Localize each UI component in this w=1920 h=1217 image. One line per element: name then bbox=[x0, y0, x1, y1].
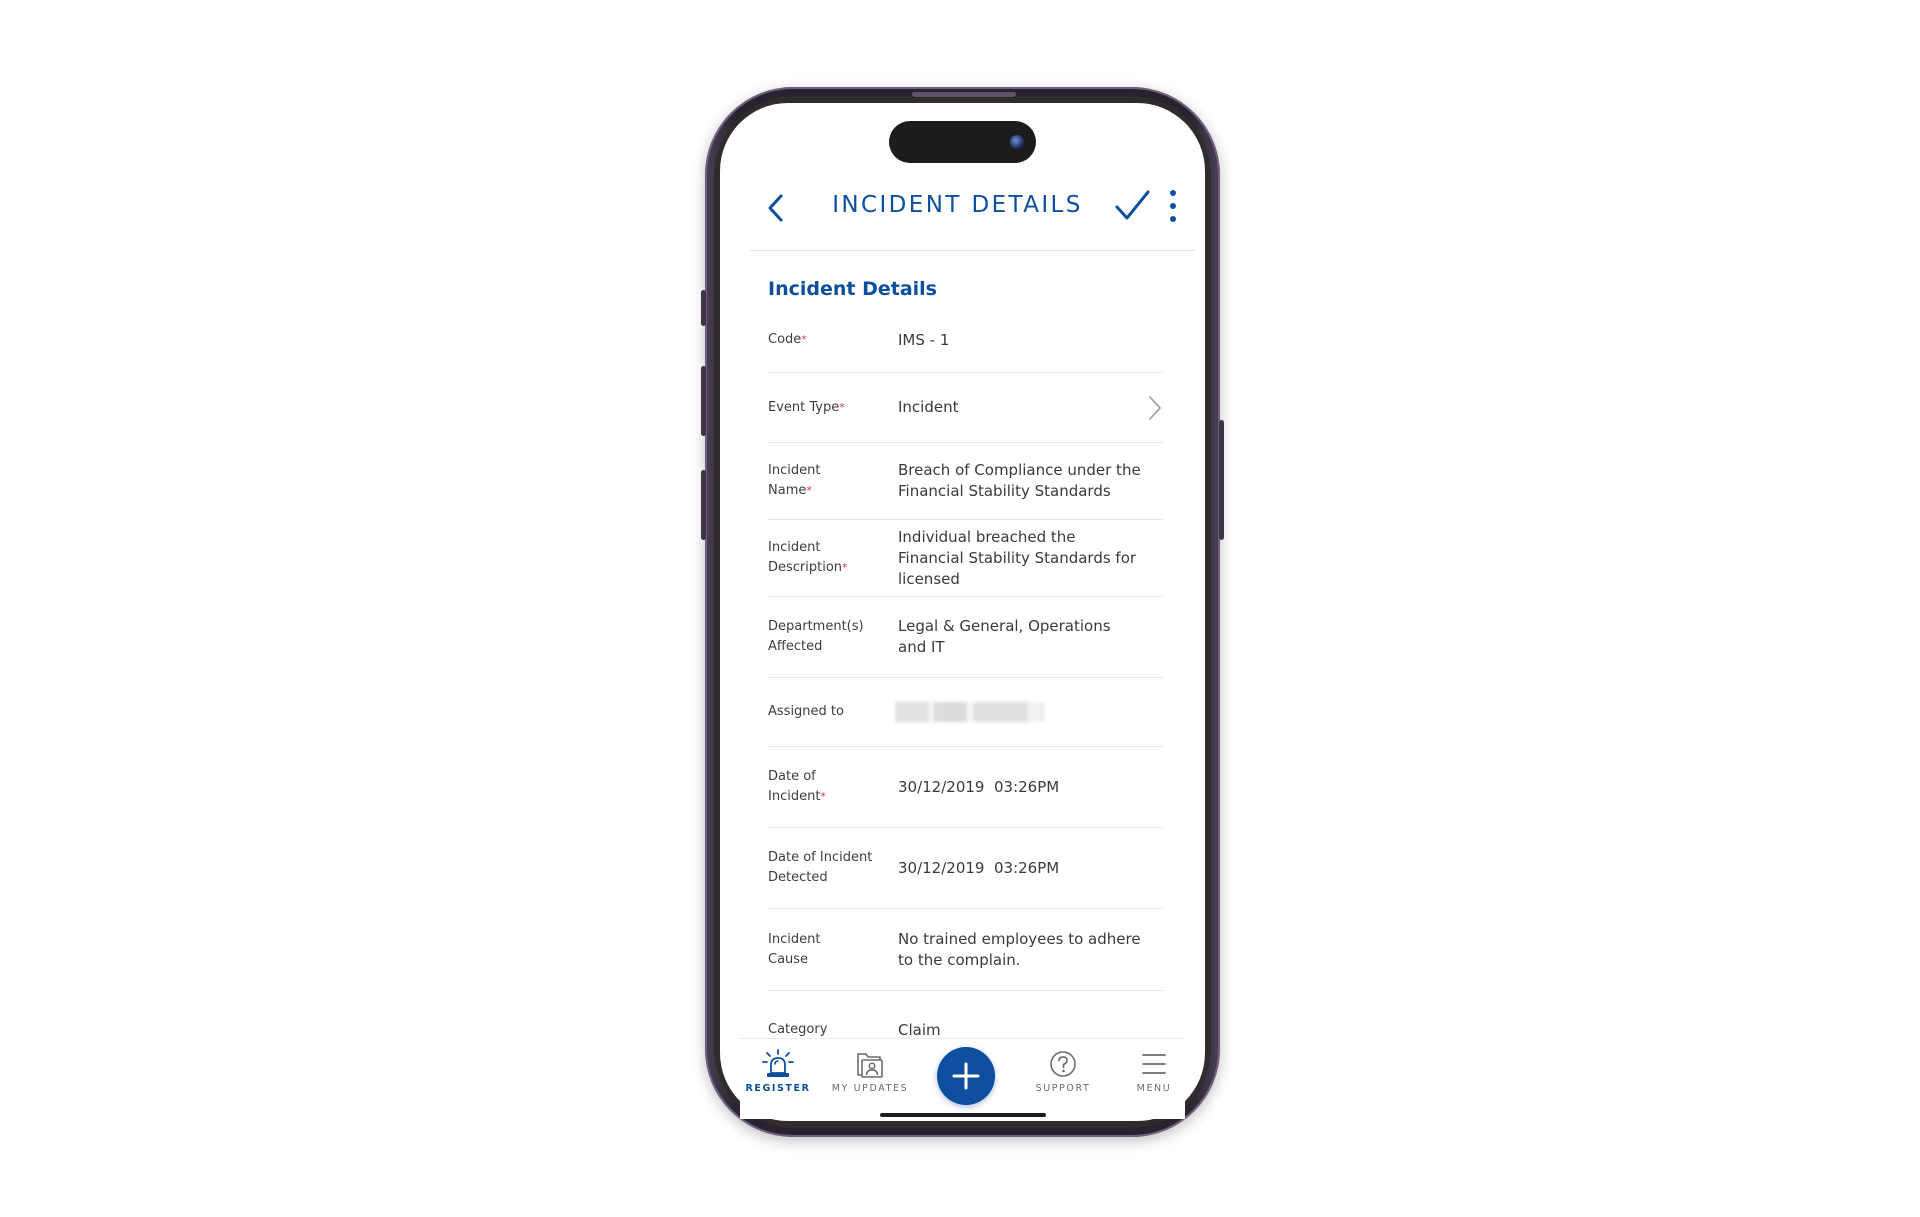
field-label-incident-cause: Incident Cause bbox=[768, 931, 821, 967]
field-value-assigned-to bbox=[895, 702, 1163, 723]
field-label-category: Category bbox=[768, 1022, 828, 1036]
field-label-incident-name: Incident Name* bbox=[768, 463, 821, 498]
nav-support[interactable]: SUPPORT bbox=[1021, 1049, 1105, 1094]
field-row-incident-cause: Incident Cause No trained employees to ad… bbox=[768, 909, 1163, 991]
field-value-departments-affected: Legal & General, Operations and IT bbox=[898, 617, 1111, 656]
field-row-departments-affected: Department(s) Affected Legal & General, O… bbox=[768, 597, 1163, 678]
required-marker: * bbox=[820, 790, 826, 803]
required-marker: * bbox=[801, 333, 807, 346]
more-vertical-icon bbox=[1170, 190, 1176, 222]
nav-my-updates-label: MY UPDATES bbox=[831, 1083, 909, 1094]
plus-icon bbox=[952, 1062, 980, 1090]
field-value-code: IMS - 1 bbox=[898, 330, 950, 349]
phone-volume-down-button bbox=[701, 470, 706, 540]
field-label-event-type: Event Type* bbox=[768, 399, 845, 415]
field-label-date-of-incident: Date of Incident* bbox=[768, 769, 826, 804]
nav-my-updates[interactable]: MY UPDATES bbox=[828, 1049, 912, 1094]
chevron-right-icon[interactable] bbox=[1147, 395, 1163, 421]
phone-volume-up-button bbox=[701, 366, 706, 436]
page-title: INCIDENT DETAILS bbox=[832, 192, 1083, 218]
field-value-date-detected: 30/12/2019 03:26PM bbox=[898, 858, 1060, 877]
required-marker: * bbox=[839, 400, 845, 414]
redacted-name bbox=[895, 702, 1045, 722]
field-label-departments-affected: Department(s) Affected bbox=[768, 619, 864, 654]
field-value-category: Claim bbox=[898, 1020, 941, 1037]
field-value-incident-description: Individual breached the Financial Stabil… bbox=[898, 527, 1137, 588]
bottom-navigation: REGISTER MY UPDATES SUPPORT MENU bbox=[740, 1038, 1185, 1119]
field-label-code: Code* bbox=[768, 332, 807, 347]
nav-register[interactable]: REGISTER bbox=[736, 1049, 820, 1094]
phone-action-button bbox=[701, 290, 706, 326]
section-title: Incident Details bbox=[768, 278, 937, 300]
phone-power-button bbox=[1219, 420, 1224, 540]
nav-support-label: SUPPORT bbox=[1035, 1083, 1091, 1094]
field-row-event-type[interactable]: Event Type* Incident bbox=[768, 373, 1163, 443]
field-value-event-type: Incident bbox=[898, 398, 959, 416]
field-value-incident-name: Breach of Compliance under the Financial… bbox=[898, 461, 1141, 500]
dynamic-island bbox=[889, 121, 1036, 163]
field-label-date-detected: Date of Incident Detected bbox=[768, 850, 873, 885]
incident-form: Incident Details Code* IMS - 1 Event Typ… bbox=[768, 250, 1163, 1036]
question-circle-icon bbox=[1050, 1051, 1076, 1077]
phone-top-speaker bbox=[912, 92, 1016, 97]
field-value-date-of-incident: 30/12/2019 03:26PM bbox=[898, 777, 1060, 796]
nav-menu-label: MENU bbox=[1136, 1083, 1172, 1094]
nav-register-label: REGISTER bbox=[745, 1083, 811, 1094]
field-row-date-detected: Date of Incident Detected 30/12/2019 03:2… bbox=[768, 828, 1163, 909]
save-button[interactable] bbox=[1112, 186, 1152, 226]
alarm-bell-icon bbox=[762, 1049, 794, 1077]
field-row-category: Category Claim bbox=[768, 991, 1163, 1037]
chevron-left-icon bbox=[768, 194, 783, 222]
nav-menu[interactable]: MENU bbox=[1112, 1049, 1196, 1094]
more-options-button[interactable] bbox=[1166, 188, 1180, 224]
field-row-code: Code* IMS - 1 bbox=[768, 308, 1163, 373]
field-row-incident-name: Incident Name* Breach of Compliance under… bbox=[768, 443, 1163, 520]
hamburger-icon bbox=[1142, 1054, 1166, 1074]
add-incident-button[interactable] bbox=[937, 1047, 995, 1105]
home-indicator bbox=[880, 1113, 1046, 1117]
front-camera-icon bbox=[1010, 135, 1024, 149]
required-marker: * bbox=[842, 561, 848, 574]
field-row-date-of-incident: Date of Incident* 30/12/2019 03:26PM bbox=[768, 747, 1163, 828]
field-row-incident-description: Incident Description* Individual breached… bbox=[768, 520, 1163, 597]
field-value-incident-cause: No trained employees to adhere to the co… bbox=[898, 929, 1141, 969]
field-row-assigned-to: Assigned to bbox=[768, 678, 1163, 747]
field-label-assigned-to: Assigned to bbox=[768, 704, 844, 719]
required-marker: * bbox=[806, 484, 812, 497]
app-header: INCIDENT DETAILS bbox=[750, 170, 1195, 251]
folder-user-icon bbox=[857, 1053, 883, 1078]
field-label-incident-description: Incident Description* bbox=[768, 540, 848, 575]
checkmark-icon bbox=[1115, 190, 1150, 220]
back-button[interactable] bbox=[760, 188, 794, 228]
